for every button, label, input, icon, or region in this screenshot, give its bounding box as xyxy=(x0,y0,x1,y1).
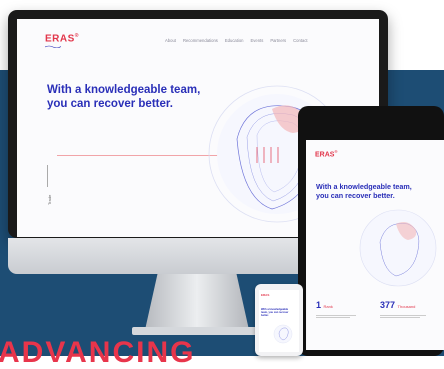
tablet-hero-line-1: With a knowledgeable team, xyxy=(316,182,412,191)
nav-item-recommendations[interactable]: Recommendations xyxy=(183,38,218,43)
stat-rank: 1 Rank xyxy=(316,300,333,310)
hero-line-2: you can recover better. xyxy=(47,98,173,110)
desktop-stand-foot xyxy=(132,327,262,335)
banner-text: ADVANCING xyxy=(0,336,196,369)
phone-logo[interactable]: ERAS xyxy=(261,293,269,297)
side-label: Trade xyxy=(47,194,52,205)
tablet-hero-line-2: you can recover better. xyxy=(316,191,395,200)
desktop-logo[interactable]: ERAS® xyxy=(45,33,79,44)
tablet-screen: ERAS® With a knowledgeable team, you can… xyxy=(306,140,444,350)
desktop-hero-headline: With a knowledgeable team, you can recov… xyxy=(47,83,207,111)
nav-item-contact[interactable]: Contact xyxy=(293,38,307,43)
stat-rank-note-placeholder xyxy=(316,314,364,319)
phone-screen: ERAS With a knowledgeable team, you can … xyxy=(259,290,299,352)
tablet-organ-illustration-icon xyxy=(359,209,437,287)
stat-thousand-note-placeholder xyxy=(380,314,428,319)
tablet-logo[interactable]: ERAS® xyxy=(315,149,337,158)
phone-hero-headline: With a knowledgeable team, you can recov… xyxy=(261,308,289,318)
hero-line-1: With a knowledgeable team, xyxy=(47,84,201,96)
nav-item-partners[interactable]: Partners xyxy=(270,38,286,43)
desktop-nav: About Recommendations Education Events P… xyxy=(165,38,308,43)
nav-item-education[interactable]: Education xyxy=(225,38,244,43)
logo-wave-icon xyxy=(45,45,61,48)
desktop-stand xyxy=(145,274,249,330)
phone-organ-illustration-icon xyxy=(273,324,293,344)
tablet-hero-headline: With a knowledgeable team, you can recov… xyxy=(316,182,426,200)
nav-item-events[interactable]: Events xyxy=(251,38,264,43)
nav-item-about[interactable]: About xyxy=(165,38,176,43)
stat-thousand: 377 Thousand xyxy=(380,300,416,310)
side-divider xyxy=(47,165,48,187)
